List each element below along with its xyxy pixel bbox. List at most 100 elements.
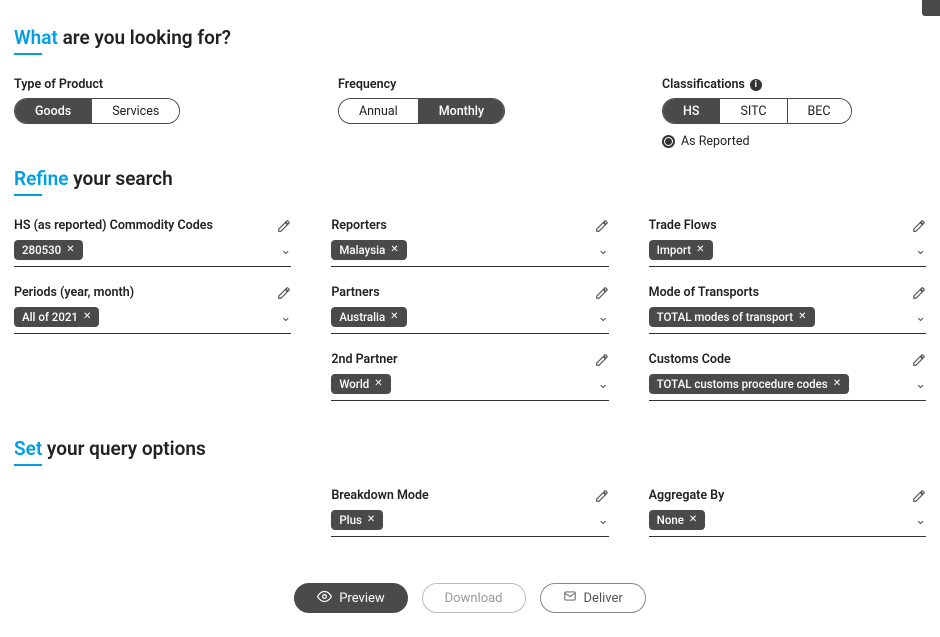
field-commodity-codes-select[interactable]: 280530 ✕ ⌄ [14,237,291,267]
chip-remove-icon[interactable]: ✕ [390,312,398,322]
chip-remove-icon[interactable]: ✕ [66,245,74,255]
chip-remove-icon[interactable]: ✕ [367,515,375,525]
frequency-segmented[interactable]: Annual Monthly [338,98,505,124]
chip-remove-icon[interactable]: ✕ [798,312,806,322]
chip-aggregate[interactable]: None ✕ [649,510,706,530]
field-reporters-label: Reporters [331,218,386,233]
field-trade-flows: Trade Flows Import✕ ⌄ [649,218,926,267]
deliver-button[interactable]: Deliver [540,583,646,613]
section-title-what-accent: What [14,26,58,49]
chip-label: TOTAL modes of transport [657,310,793,324]
chip-period[interactable]: All of 2021 ✕ [14,307,99,327]
chip-partner[interactable]: Australia ✕ [331,307,406,327]
product-type-label: Type of Product [14,77,278,92]
classifications-option-hs[interactable]: HS [663,99,719,123]
chip-remove-icon[interactable]: ✕ [374,379,382,389]
product-type-option-goods[interactable]: Goods [15,99,91,123]
chip-label: 280530 [22,243,61,257]
field-transport-modes-select[interactable]: TOTAL modes of transport ✕ ⌄ [649,304,926,334]
chip-label: All of 2021 [22,310,78,324]
chevron-down-icon: ⌄ [598,513,609,528]
classifications-option-bec[interactable]: BEC [787,99,851,123]
frequency-option-annual[interactable]: Annual [339,99,418,123]
field-commodity-codes-label: HS (as reported) Commodity Codes [14,218,213,233]
field-reporters: Reporters Malaysia✕ ⌄ [331,218,608,267]
chip-label: Australia [339,310,385,324]
deliver-icon [563,589,577,607]
preview-button[interactable]: Preview [294,583,407,613]
section-title-refine: Refine your search [14,167,926,190]
radio-dot-icon [662,135,675,148]
chevron-down-icon: ⌄ [915,377,926,392]
classifications-segmented[interactable]: HS SITC BEC [662,98,852,124]
chip-commodity[interactable]: 280530 ✕ [14,240,83,260]
product-type-option-services[interactable]: Services [91,99,179,123]
field-aggregate-by-label: Aggregate By [649,488,725,503]
classifications-option-sitc[interactable]: SITC [719,99,786,123]
chip-second-partner[interactable]: World✕ [331,374,390,394]
chip-label: TOTAL customs procedure codes [657,377,828,391]
field-customs-code: Customs Code TOTAL customs procedure cod… [649,352,926,401]
section-title-what-rest: are you looking for? [58,26,231,49]
field-transport-modes-label: Mode of Transports [649,285,759,300]
frequency-label: Frequency [338,77,602,92]
pencil-icon[interactable] [277,219,291,233]
chip-remove-icon[interactable]: ✕ [696,245,704,255]
field-customs-code-label: Customs Code [649,352,731,367]
eye-icon [317,589,332,608]
field-transport-modes: Mode of Transports TOTAL modes of transp… [649,285,926,334]
chip-breakdown[interactable]: Plus ✕ [331,510,383,530]
title-underline [14,464,42,466]
pencil-icon[interactable] [912,219,926,233]
classifications-radio-label: As Reported [681,134,750,149]
field-customs-code-select[interactable]: TOTAL customs procedure codes ✕ ⌄ [649,371,926,401]
pencil-icon[interactable] [595,286,609,300]
chip-remove-icon[interactable]: ✕ [83,312,91,322]
chevron-down-icon: ⌄ [598,377,609,392]
pencil-icon[interactable] [912,353,926,367]
pencil-icon[interactable] [912,286,926,300]
chip-reporter[interactable]: Malaysia✕ [331,240,406,260]
field-second-partner: 2nd Partner World✕ ⌄ [331,352,608,401]
chip-remove-icon[interactable]: ✕ [390,245,398,255]
field-breakdown-mode-select[interactable]: Plus ✕ ⌄ [331,507,608,537]
field-aggregate-by-select[interactable]: None✕ ⌄ [649,507,926,537]
field-trade-flows-select[interactable]: Import✕ ⌄ [649,237,926,267]
field-partners-select[interactable]: Australia✕ ⌄ [331,304,608,334]
pencil-icon[interactable] [595,219,609,233]
field-breakdown-mode-label: Breakdown Mode [331,488,428,503]
download-button-label: Download [445,591,503,606]
chevron-down-icon: ⌄ [280,243,291,258]
classifications-label-text: Classifications [662,77,745,92]
chip-remove-icon[interactable]: ✕ [689,515,697,525]
pencil-icon[interactable] [595,489,609,503]
pencil-icon[interactable] [277,286,291,300]
pencil-icon[interactable] [912,489,926,503]
field-second-partner-label: 2nd Partner [331,352,397,367]
chevron-down-icon: ⌄ [915,310,926,325]
chip-remove-icon[interactable]: ✕ [833,379,841,389]
field-periods-select[interactable]: All of 2021✕ ⌄ [14,304,291,334]
field-second-partner-select[interactable]: World✕ ⌄ [331,371,608,401]
chip-label: None [657,513,684,527]
classifications-radio-as-reported[interactable]: As Reported [662,134,926,149]
chip-customs-code[interactable]: TOTAL customs procedure codes ✕ [649,374,849,394]
section-title-refine-rest: your search [68,167,172,190]
chip-trade-flow[interactable]: Import✕ [649,240,713,260]
chip-transport-mode[interactable]: TOTAL modes of transport ✕ [649,307,815,327]
field-partners: Partners Australia✕ ⌄ [331,285,608,334]
section-title-what: What are you looking for? [14,26,926,49]
preview-button-label: Preview [339,591,384,606]
pencil-icon[interactable] [595,353,609,367]
close-icon[interactable] [922,0,940,16]
frequency-option-monthly[interactable]: Monthly [418,99,504,123]
field-commodity-codes: HS (as reported) Commodity Codes 280530 ✕… [14,218,291,267]
chevron-down-icon: ⌄ [915,243,926,258]
field-reporters-select[interactable]: Malaysia✕ ⌄ [331,237,608,267]
title-underline [14,53,42,55]
download-button[interactable]: Download [422,583,526,613]
field-aggregate-by: Aggregate By None✕ ⌄ [649,488,926,537]
chip-label: Plus [339,513,362,527]
product-type-segmented[interactable]: Goods Services [14,98,180,124]
info-icon[interactable]: i [750,79,762,91]
